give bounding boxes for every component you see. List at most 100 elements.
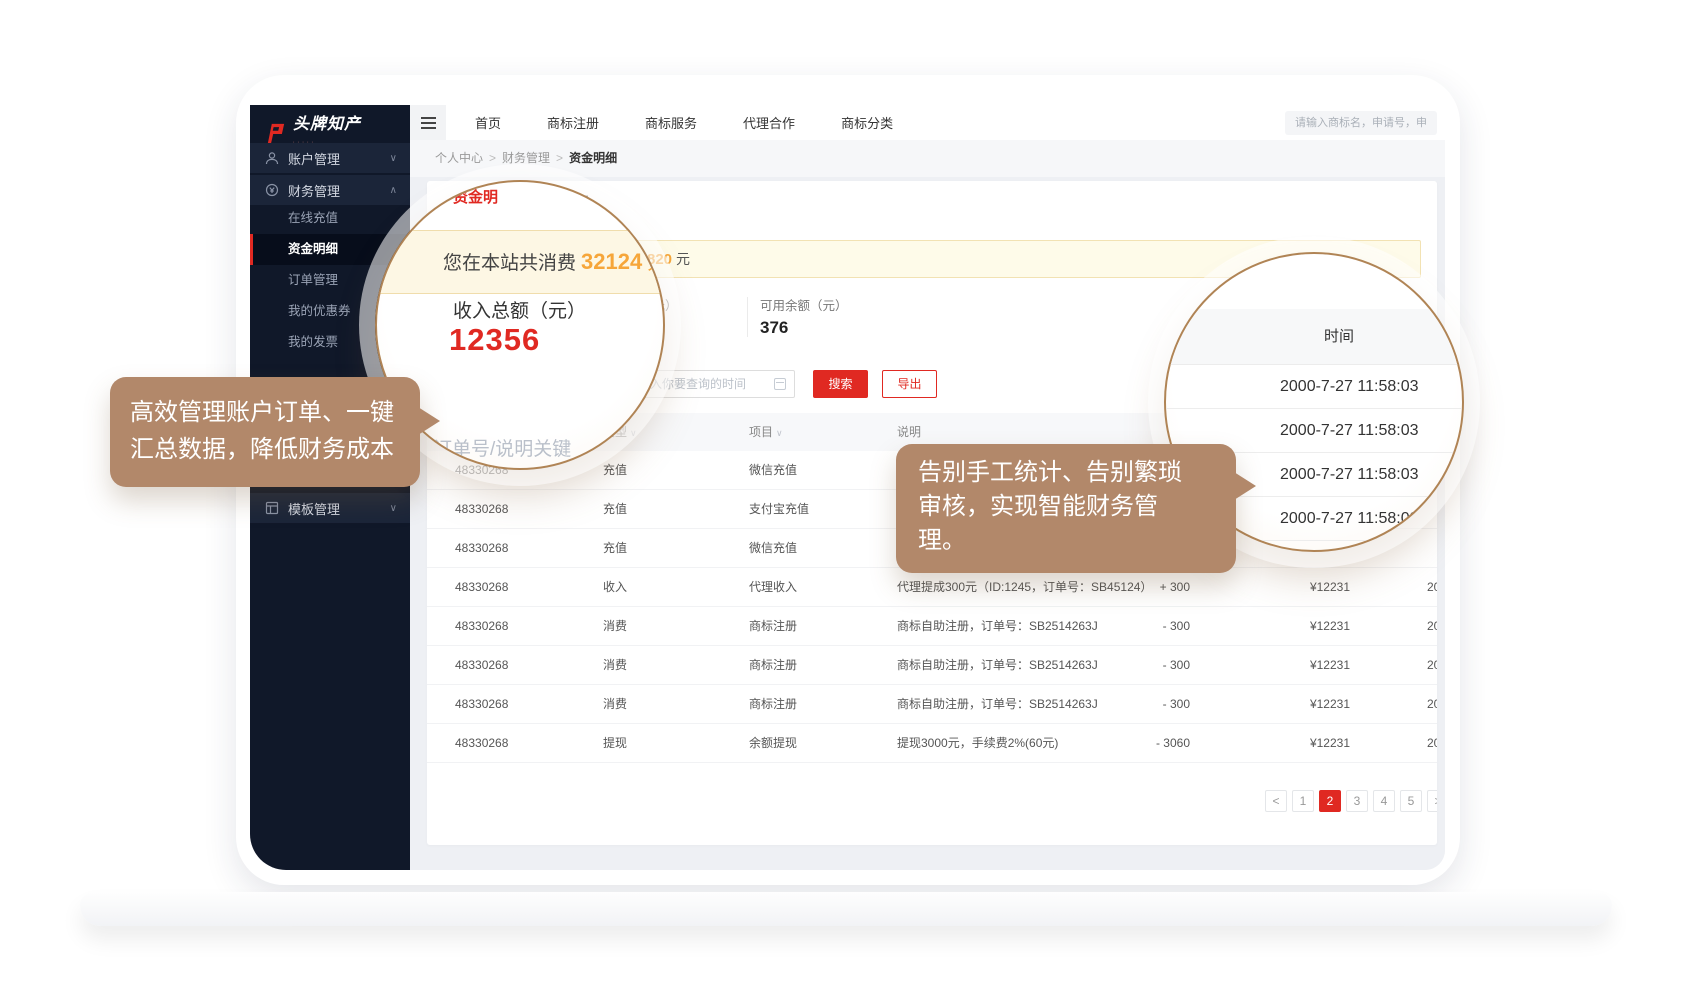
time: 2000-7-27 11:58:03 [1427, 607, 1437, 645]
tooltip-arrow-right-icon [418, 407, 454, 435]
breadcrumb-separator: > [556, 151, 563, 165]
magnified-time-cell: 2000-7-27 11:58:03 [1166, 365, 1464, 409]
nav-item-tm-service[interactable]: 商标服务 [622, 113, 720, 132]
balance-value: 376 [760, 318, 788, 338]
sidebar-item-label: 模板管理 [288, 499, 340, 518]
time: 2000-7-27 11:58:03 [1427, 568, 1437, 606]
col-item-header[interactable]: 项目∨ [749, 413, 783, 452]
amount: - 300 [1077, 685, 1190, 723]
item: 支付宝充值 [749, 490, 809, 528]
order-no: 48330268 [455, 607, 508, 645]
order-no: 48330268 [455, 685, 508, 723]
table-row: 48330268 提现 余额提现 提现3000元，手续费2%(60元) - 30… [427, 724, 1437, 763]
type: 消费 [603, 646, 627, 684]
prev-page-button[interactable]: < [1265, 790, 1287, 812]
time: 2000-7-27 11:58:03 [1427, 685, 1437, 723]
logo-title: 头牌知产 [293, 116, 361, 133]
desc: 商标自助注册，订单号：SB2514263J [897, 685, 1098, 723]
order-no: 48330268 [455, 568, 508, 606]
sort-caret-icon: ∨ [630, 428, 637, 438]
magnified-tab-text: 资金明 [453, 186, 498, 207]
next-page-button[interactable]: > [1427, 790, 1437, 812]
breadcrumb-part[interactable]: 个人中心 [435, 151, 483, 165]
table-row: 48330268 收入 代理收入 代理提成300元（ID:1245，订单号：SB… [427, 568, 1437, 607]
item: 代理收入 [749, 568, 797, 606]
magnified-income-value: 12356 [449, 322, 540, 358]
sidebar-item-label: 账户管理 [288, 149, 340, 168]
time: 2000-7-27 11:58:03 [1427, 646, 1437, 684]
order-no: 48330268 [455, 646, 508, 684]
finance-coin-icon [265, 183, 279, 197]
trademark-search-input[interactable] [1285, 111, 1437, 135]
breadcrumb-part[interactable]: 财务管理 [502, 151, 550, 165]
page-button-1[interactable]: 1 [1292, 790, 1314, 812]
nav-item-tm-category[interactable]: 商标分类 [818, 113, 916, 132]
page-button-3[interactable]: 3 [1346, 790, 1368, 812]
hamburger-menu-icon[interactable] [410, 105, 446, 140]
item: 微信充值 [749, 451, 797, 489]
item: 商标注册 [749, 646, 797, 684]
page-button-2-active[interactable]: 2 [1319, 790, 1341, 812]
tooltip-text: 高效管理账户订单、一键 [130, 394, 400, 431]
chevron-down-icon: ∨ [390, 153, 397, 164]
top-navbar: 首页 商标注册 商标服务 代理合作 商标分类 [410, 105, 1445, 140]
tooltip-text: 理。 [918, 524, 1214, 558]
amount: - 3060 [1077, 724, 1190, 762]
sidebar-item-label: 财务管理 [288, 181, 340, 200]
order-no: 48330268 [455, 529, 508, 567]
desc: 提现3000元，手续费2%(60元) [897, 724, 1058, 762]
amount: + 300 [1077, 568, 1190, 606]
balance: ¥12231 [1237, 607, 1350, 645]
breadcrumb-current: 资金明细 [569, 151, 617, 165]
chevron-up-icon: ∧ [390, 185, 397, 196]
desc: 商标自助注册，订单号：SB2514263J [897, 646, 1098, 684]
type: 消费 [603, 685, 627, 723]
user-icon [265, 151, 279, 165]
table-row: 48330268 消费 商标注册 商标自助注册，订单号：SB2514263J -… [427, 646, 1437, 685]
item: 余额提现 [749, 724, 797, 762]
order-no: 48330268 [455, 724, 508, 762]
tooltip-left: 高效管理账户订单、一键 汇总数据，降低财务成本 [110, 377, 420, 487]
magnified-banner-amount: 32124 [581, 249, 642, 274]
sidebar-item-account[interactable]: 账户管理 ∨ [250, 143, 410, 173]
sort-caret-icon: ∨ [776, 428, 783, 438]
table-row: 48330268 消费 商标注册 商标自助注册，订单号：SB2514263J -… [427, 607, 1437, 646]
nav-item-home[interactable]: 首页 [452, 113, 524, 132]
sidebar-item-finance[interactable]: 财务管理 ∧ [250, 175, 410, 205]
nav-item-tm-register[interactable]: 商标注册 [524, 113, 622, 132]
magnified-income-label: 收入总额（元） [453, 296, 586, 323]
page-button-4[interactable]: 4 [1373, 790, 1395, 812]
nav-item-agency[interactable]: 代理合作 [720, 113, 818, 132]
balance: ¥12231 [1237, 724, 1350, 762]
order-no: 48330268 [455, 490, 508, 528]
sidebar: 头牌知产 ····· 账户管理 ∨ 财务管理 ∧ 在线充值 资金明细 [250, 105, 410, 870]
table-row: 48330268 消费 商标注册 商标自助注册，订单号：SB2514263J -… [427, 685, 1437, 724]
tooltip-text: 告别手工统计、告别繁琐 [918, 456, 1214, 490]
page-button-5[interactable]: 5 [1400, 790, 1422, 812]
pagination: < 1 2 3 4 5 > [1265, 790, 1437, 812]
balance: ¥12231 [1237, 646, 1350, 684]
amount: - 300 [1077, 646, 1190, 684]
magnified-time-header: 时间 [1166, 309, 1464, 365]
desc: 商标自助注册，订单号：SB2514263J [897, 607, 1098, 645]
type: 充值 [603, 529, 627, 567]
tooltip-right: 告别手工统计、告别繁琐 审核，实现智能财务管 理。 [896, 444, 1236, 573]
stat-divider [747, 297, 748, 337]
magnified-banner-suffix: 大 [647, 252, 665, 274]
search-button[interactable]: 搜索 [813, 370, 868, 398]
item: 商标注册 [749, 607, 797, 645]
export-button[interactable]: 导出 [882, 370, 937, 398]
calendar-icon[interactable] [774, 378, 786, 390]
breadcrumb-separator: > [489, 151, 496, 165]
banner-unit: 元 [676, 251, 690, 267]
tooltip-text: 汇总数据，降低财务成本 [130, 431, 400, 468]
sidebar-item-template[interactable]: 模板管理 ∨ [250, 493, 410, 523]
type: 充值 [603, 451, 627, 489]
balance: ¥12231 [1237, 568, 1350, 606]
time: 2000-7-27 11:58:03 [1427, 724, 1437, 762]
breadcrumb: 个人中心 > 财务管理 > 资金明细 [410, 140, 1445, 177]
magnified-banner-text: 您在本站共消费 [443, 253, 576, 274]
item: 微信充值 [749, 529, 797, 567]
type: 消费 [603, 607, 627, 645]
balance-label: 可用余额（元） [760, 295, 848, 314]
